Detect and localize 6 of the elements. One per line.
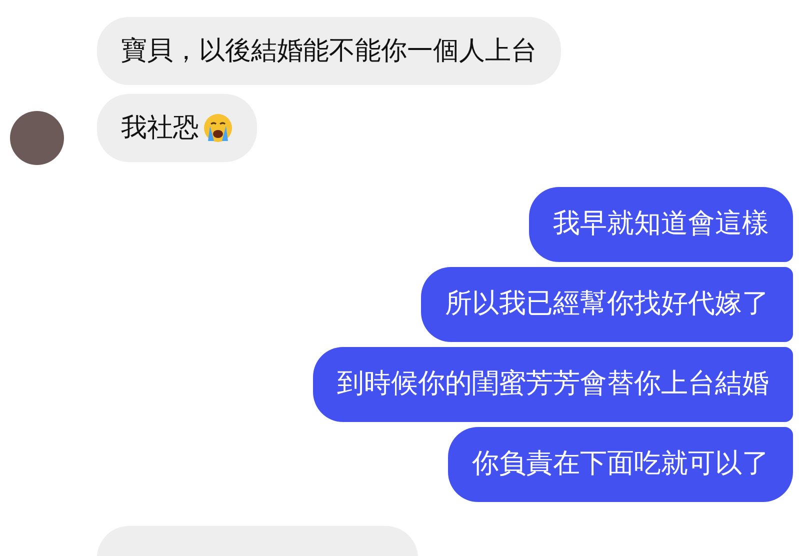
- message-bubble: 所以我已經幫你找好代嫁了: [421, 267, 793, 342]
- message-bubble: 你負責在下面吃就可以了: [448, 427, 793, 502]
- message-bubble: 寶貝，以後結婚能不能你一個人上台: [97, 17, 561, 85]
- message-bubble: 我社恐: [97, 94, 257, 162]
- message-bubble: 我早就知道會這樣: [529, 187, 793, 262]
- message-bubble: 到時候你的閨蜜芳芳會替你上台結婚: [313, 347, 793, 422]
